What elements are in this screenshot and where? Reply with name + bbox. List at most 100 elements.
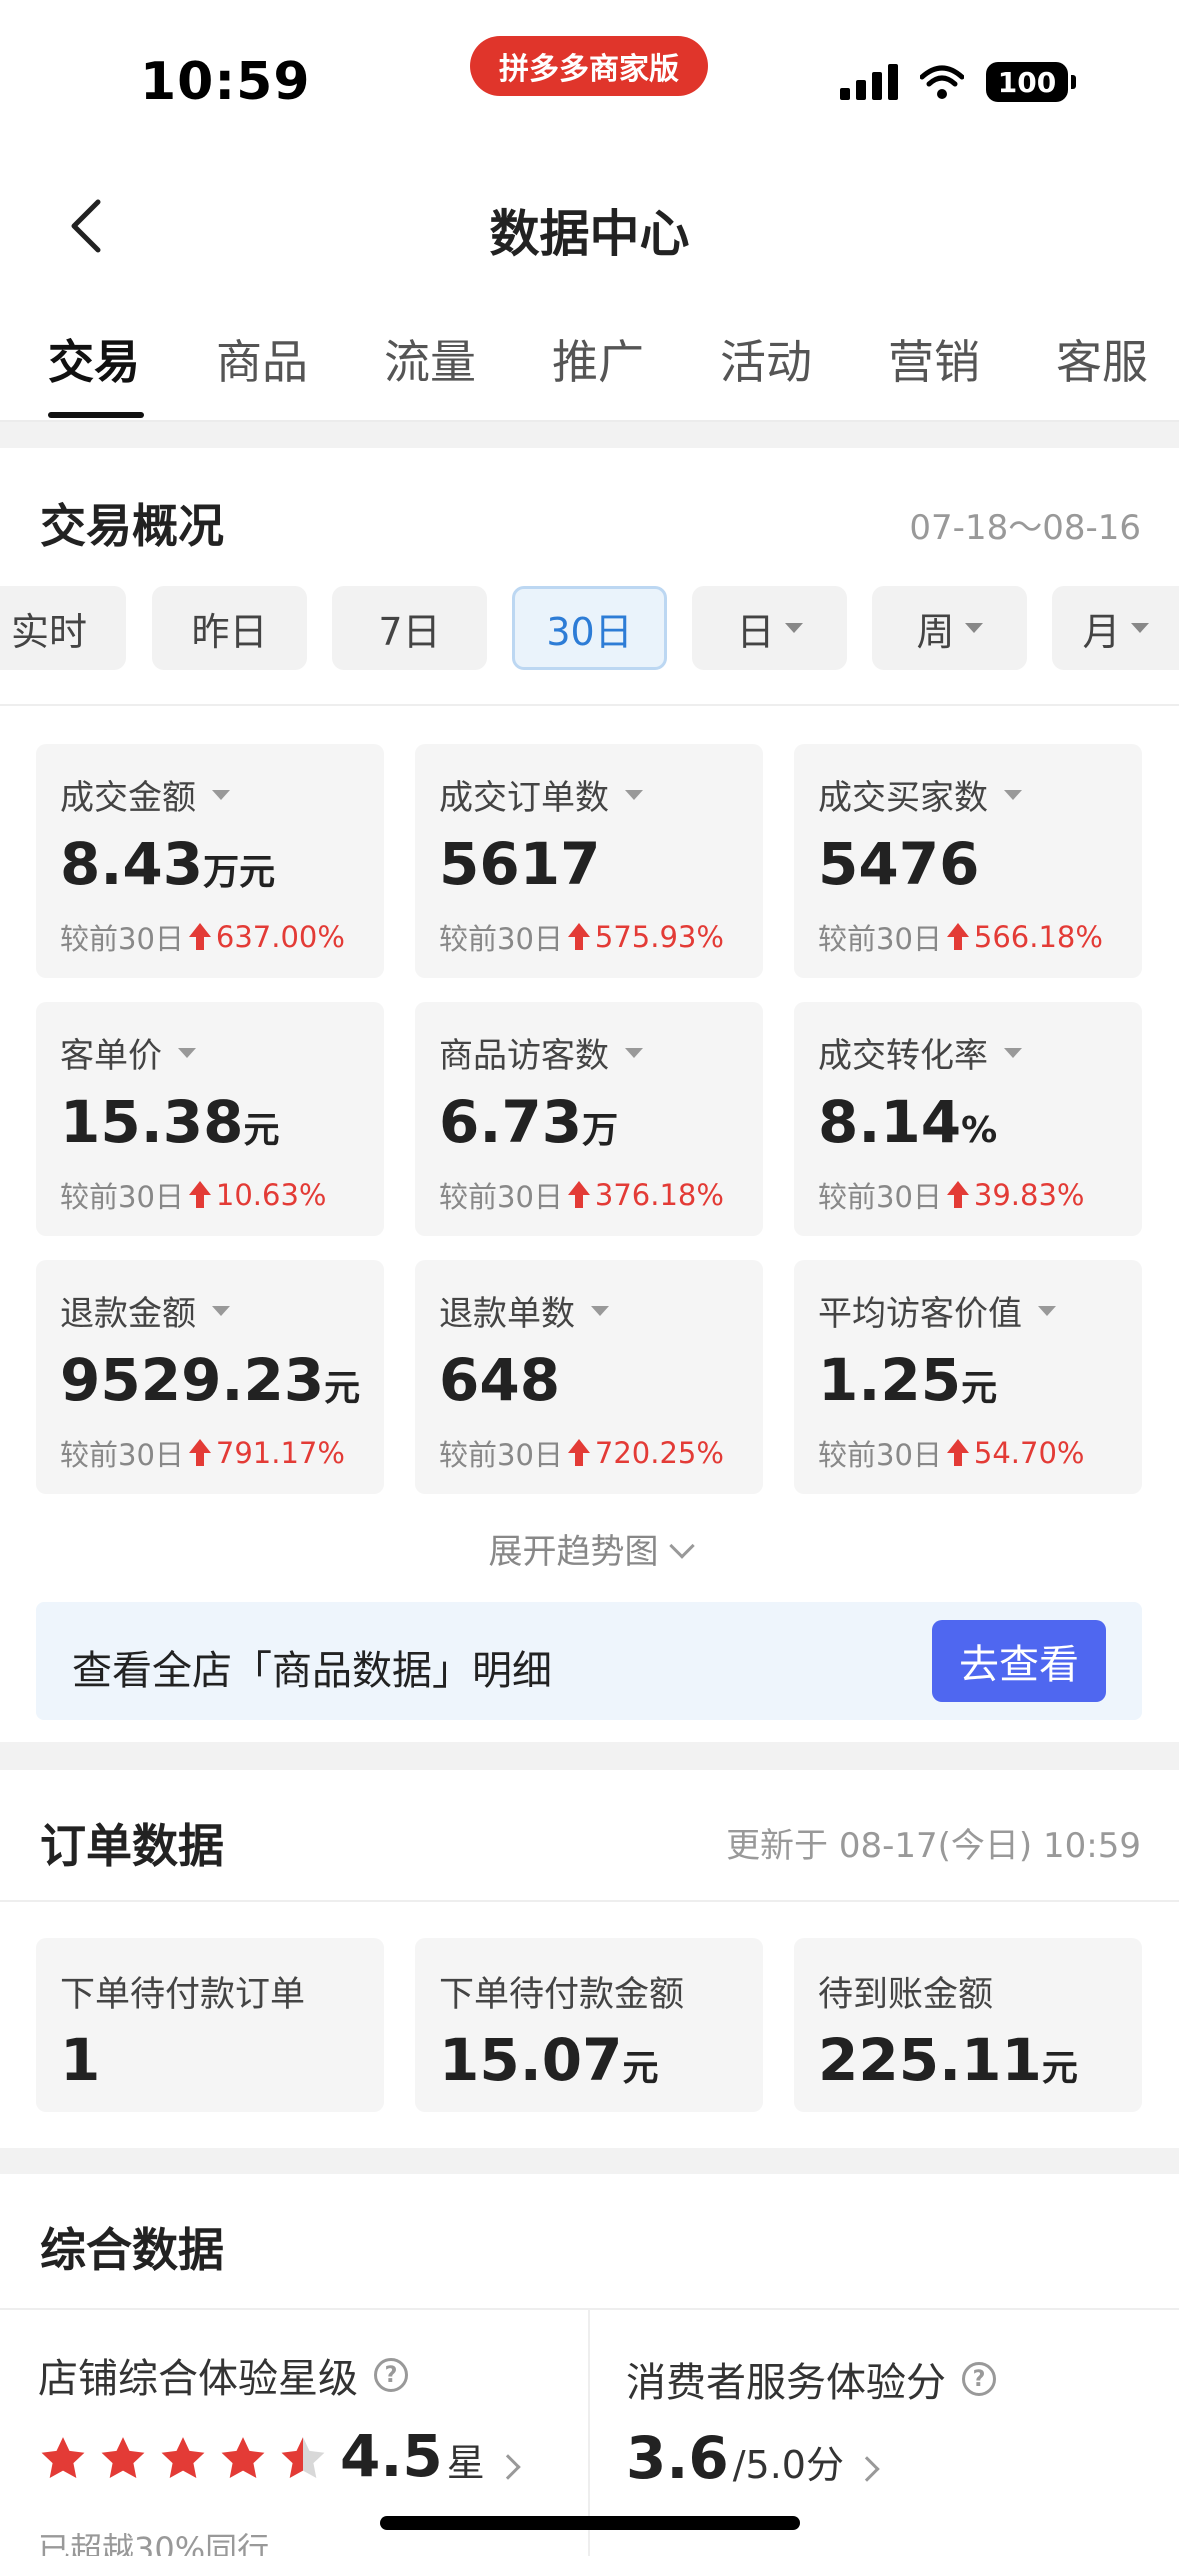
date-range: 07-18～08-16 [909,508,1141,548]
metric-card[interactable]: 成交转化率 8.14% 较前30日 39.83% [794,1002,1142,1236]
period-realtime[interactable]: 实时 [0,586,126,670]
metric-card[interactable]: 成交订单数 5617 较前30日 575.93% [415,744,763,978]
expand-trend-button[interactable]: 展开趋势图 [0,1524,1179,1573]
metric-label-text: 客单价 [60,1036,162,1076]
tab-marketing[interactable]: 营销 [888,326,980,392]
tab-activity[interactable]: 活动 [720,326,812,392]
divider [0,1900,1179,1902]
order-label: 下单待付款订单 [60,1975,306,2015]
metric-number: 648 [439,1346,561,1414]
arrow-up-icon [567,1439,591,1467]
status-icons: 100 [840,62,1076,102]
caret-down-icon [1038,1305,1056,1316]
period-week-dropdown[interactable]: 周 [872,586,1027,670]
metric-card[interactable]: 平均访客价值 1.25元 较前30日 54.70% [794,1260,1142,1494]
service-score-value: 3.6 [626,2424,729,2492]
service-score[interactable]: 3.6 /5.0分 [626,2424,880,2492]
status-time: 10:59 [140,52,311,112]
period-30d[interactable]: 30日 [512,586,667,670]
metric-label-text: 退款金额 [60,1294,196,1334]
trade-overview-card: 交易概况 07-18～08-16 实时 昨日 7日 30日 日 周 月 成交金额… [0,448,1179,1742]
change-percent: 791.17% [215,1436,345,1470]
metric-label: 成交转化率 [818,1028,1022,1077]
metric-label-text: 成交买家数 [818,778,988,818]
metric-value: 1.25元 [818,1346,997,1414]
metric-compare: 较前30日 637.00% [60,916,345,958]
metric-label: 退款单数 [439,1286,609,1335]
metric-label-text: 退款单数 [439,1294,575,1334]
section-title: 综合数据 [40,2223,224,2277]
help-icon[interactable]: ? [962,2362,996,2396]
order-metric[interactable]: 待到账金额 225.11元 [794,1938,1142,2112]
metric-number: 8.43 [60,830,204,898]
period-label: 昨日 [191,609,268,654]
period-label: 30日 [546,609,633,654]
metric-label: 客单价 [60,1028,196,1077]
caret-down-icon [1004,1047,1022,1058]
app-badge: 拼多多商家版 [470,36,708,96]
cellular-signal-icon [840,64,898,100]
metric-unit: 万元 [203,852,276,893]
period-yesterday[interactable]: 昨日 [152,586,307,670]
category-tabs: 交易 商品 流量 推广 活动 营销 客服 [0,290,1179,422]
metric-value: 5476 [818,830,979,898]
tab-traffic[interactable]: 流量 [384,326,476,392]
caret-down-icon [1130,623,1149,633]
metric-card[interactable]: 退款金额 9529.23元 较前30日 791.17% [36,1260,384,1494]
period-day-dropdown[interactable]: 日 [692,586,847,670]
service-score-title: 消费者服务体验分 ? [626,2350,996,2408]
metric-card[interactable]: 商品访客数 6.73万 较前30日 376.18% [415,1002,763,1236]
metric-label: 商品访客数 [439,1028,643,1077]
arrow-up-icon [188,1181,212,1209]
tab-promotion[interactable]: 推广 [552,326,644,392]
section-title: 交易概况 [40,499,224,553]
metric-compare: 较前30日 39.83% [818,1174,1084,1216]
period-7d[interactable]: 7日 [332,586,487,670]
metric-unit: 万 [582,1110,619,1151]
peer-comparison: 已超越30%同行 [38,2530,270,2556]
tab-customer-service[interactable]: 客服 [1056,326,1148,392]
chevron-down-icon [668,1533,695,1559]
caret-down-icon [212,789,230,800]
order-metric[interactable]: 下单待付款订单 1 [36,1938,384,2112]
order-label: 待到账金额 [818,1975,994,2015]
metric-card[interactable]: 客单价 15.38元 较前30日 10.63% [36,1002,384,1236]
order-number: 225.11 [818,2026,1042,2094]
store-rating-title: 店铺综合体验星级 ? [38,2346,408,2404]
order-number: 15.07 [439,2026,623,2094]
caret-down-icon [1004,789,1022,800]
caret-down-icon [591,1305,609,1316]
tab-trade[interactable]: 交易 [48,326,140,392]
page-title: 数据中心 [489,205,690,263]
home-indicator[interactable] [380,2516,800,2530]
chevron-right-icon [495,2454,521,2480]
period-label: 月 [1082,609,1121,654]
metric-label-text: 成交订单数 [439,778,609,818]
update-time: 更新于 08-17(今日) 10:59 [726,1826,1141,1866]
tab-product[interactable]: 商品 [216,326,308,392]
metric-card[interactable]: 成交买家数 5476 较前30日 566.18% [794,744,1142,978]
metric-label: 成交订单数 [439,770,643,819]
store-rating[interactable]: 4.5 星 [340,2422,521,2490]
change-percent: 376.18% [594,1178,724,1212]
banner-text: 查看全店「商品数据」明细 [72,1648,552,1694]
metric-label: 成交金额 [60,770,230,819]
metric-card[interactable]: 成交金额 8.43万元 较前30日 637.00% [36,744,384,978]
metric-label-text: 成交金额 [60,778,196,818]
service-score-label: 消费者服务体验分 [626,2360,946,2406]
metric-card[interactable]: 退款单数 648 较前30日 720.25% [415,1260,763,1494]
arrow-up-icon [946,1181,970,1209]
order-metric[interactable]: 下单待付款金额 15.07元 [415,1938,763,2112]
help-icon[interactable]: ? [374,2358,408,2392]
store-rating-unit: 星 [446,2441,485,2485]
metric-unit: 元 [243,1110,280,1151]
nav-bar: 数据中心 [0,160,1179,290]
metric-number: 6.73 [439,1088,583,1156]
metric-number: 15.38 [60,1088,244,1156]
view-button[interactable]: 去查看 [932,1620,1106,1702]
caret-down-icon [625,1047,643,1058]
half-star-icon [281,2437,325,2478]
metric-number: 5476 [818,830,980,898]
period-month-dropdown[interactable]: 月 [1052,586,1179,670]
change-percent: 39.83% [973,1178,1085,1212]
